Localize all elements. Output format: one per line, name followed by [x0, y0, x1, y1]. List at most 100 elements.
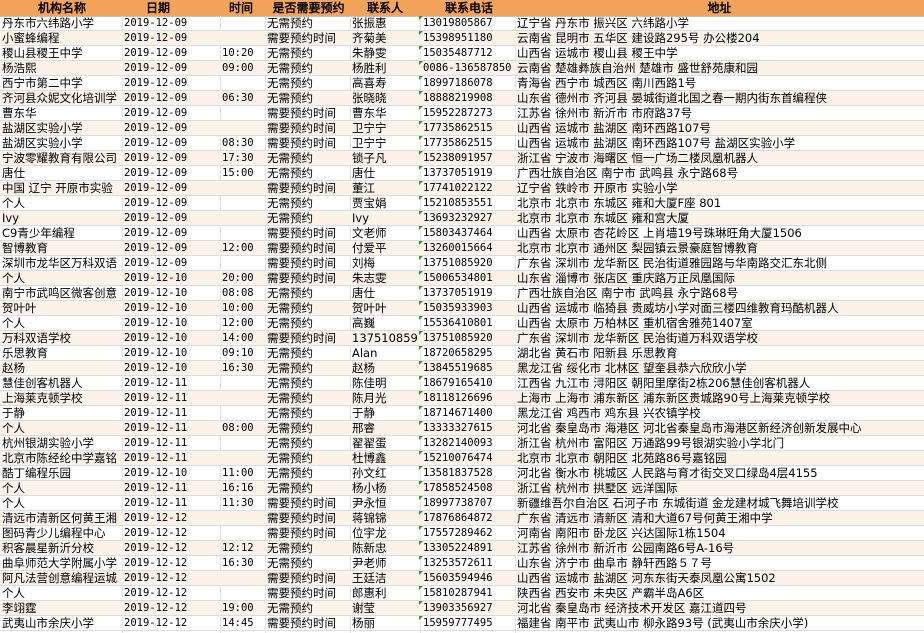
appointment-cell[interactable]: 无需预约	[267, 451, 350, 466]
phone-cell[interactable]: 15398951180	[423, 31, 515, 46]
contact-cell[interactable]: 尹老师	[352, 556, 418, 571]
date-cell[interactable]: 2019-12-11	[124, 421, 192, 436]
time-cell[interactable]	[222, 106, 262, 121]
table-row[interactable]: 酷丁编程乐园 2019-12-10 11:00 无需预约 孙文红 13581837528 河…	[0, 466, 924, 481]
table-row[interactable]: 乐思教育 2019-12-10 09:10 无需预约 Alan 18720658295 湖北…	[0, 346, 924, 361]
appointment-cell[interactable]: 需要预约时间	[267, 616, 350, 631]
time-cell[interactable]	[222, 586, 262, 601]
org-name-cell[interactable]: 于静	[2, 406, 122, 421]
appointment-cell[interactable]: 需要预约时间	[267, 571, 350, 586]
time-cell[interactable]	[222, 391, 262, 406]
org-name-cell[interactable]: 曲阜师范大学附属小学	[2, 556, 122, 571]
appointment-cell[interactable]: 无需预约	[267, 61, 350, 76]
date-cell[interactable]: 2019-12-09	[124, 76, 192, 91]
address-cell[interactable]: 江西省 九江市 浔阳区 朝阳里摩街2栋206慧佳创客机器人	[517, 376, 922, 391]
appointment-cell[interactable]: 无需预约	[267, 406, 350, 421]
time-cell[interactable]: 20:00	[222, 271, 262, 286]
header-phone[interactable]: 联系电话	[423, 0, 515, 16]
table-row[interactable]: 小蜜蜂编程 2019-12-09 需要预约时间 齐菊美 15398951180 云南省 昆…	[0, 31, 924, 46]
table-row[interactable]: 个人 2019-12-10 20:00 需要预约时间 朱志雯 15006534801 山东省…	[0, 271, 924, 286]
header-contact[interactable]: 联系人	[352, 0, 418, 16]
table-row[interactable]: 个人 2019-12-11 16:16 无需预约 杨小杨 17858524508 浙江省 杭…	[0, 481, 924, 496]
org-name-cell[interactable]: 个人	[2, 586, 122, 601]
table-row[interactable]: 李翊霆 2019-12-12 19:00 无需预约 谢莹 13903356927 河北省 秦…	[0, 601, 924, 616]
contact-cell[interactable]: 孙文红	[352, 466, 418, 481]
time-cell[interactable]: 11:00	[222, 466, 262, 481]
org-name-cell[interactable]: Ivy	[2, 211, 122, 226]
address-cell[interactable]: 浙江省 杭州市 拱墅区 远洋国际	[517, 481, 922, 496]
table-row[interactable]: 杨浩熙 2019-12-09 09:00 无需预约 杨胜利 0086-136587850 云…	[0, 61, 924, 76]
header-time[interactable]: 时间	[218, 0, 264, 16]
date-cell[interactable]: 2019-12-09	[124, 91, 192, 106]
date-cell[interactable]: 2019-12-12	[124, 616, 192, 631]
contact-cell[interactable]: 唐仕	[352, 166, 418, 181]
time-cell[interactable]: 10:20	[222, 46, 262, 61]
date-cell[interactable]: 2019-12-11	[124, 436, 192, 451]
date-cell[interactable]: 2019-12-09	[124, 196, 192, 211]
date-cell[interactable]: 2019-12-12	[124, 511, 192, 526]
contact-cell[interactable]: 翟翟蛋	[352, 436, 418, 451]
address-cell[interactable]: 辽宁省 丹东市 振兴区 六纬路小学	[517, 16, 922, 31]
time-cell[interactable]	[222, 526, 262, 541]
appointment-cell[interactable]: 需要预约时间	[267, 496, 350, 511]
time-cell[interactable]	[222, 76, 262, 91]
appointment-cell[interactable]: 无需预约	[267, 166, 350, 181]
address-cell[interactable]: 云南省 楚雄彝族自治州 楚雄市 盛世舒苑康和园	[517, 61, 922, 76]
address-cell[interactable]: 黑龙江省 绥化市 北林区 望奎县恭六欣欣小学	[517, 361, 922, 376]
table-row[interactable]: 北京市陈经纶中学嘉铭 2019-12-11 无需预约 杜博鑫 15210076474 北京…	[0, 451, 924, 466]
phone-cell[interactable]: 17876864872	[423, 511, 515, 526]
phone-cell[interactable]: 15952287273	[423, 106, 515, 121]
org-name-cell[interactable]: 盐湖区实验小学	[2, 136, 122, 151]
appointment-cell[interactable]: 需要预约时间	[267, 586, 350, 601]
contact-cell[interactable]: 卫宁宁	[352, 121, 418, 136]
contact-cell[interactable]: 13751085920	[352, 331, 418, 346]
date-cell[interactable]: 2019-12-10	[124, 346, 192, 361]
appointment-cell[interactable]: 需要预约时间	[267, 271, 350, 286]
table-row[interactable]: 盐湖区实验小学 2019-12-09 08:30 需要预约时间 卫宁宁 177358625…	[0, 136, 924, 151]
table-row[interactable]: 唐仕 2019-12-09 15:00 无需预约 唐仕 13737051919 广西壮族自治…	[0, 166, 924, 181]
org-name-cell[interactable]: 赵杨	[2, 361, 122, 376]
address-cell[interactable]: 浙江省 宁波市 海曙区 恒一广场二楼凤凰机器人	[517, 151, 922, 166]
address-cell[interactable]: 浙江省 杭州市 富阳区 万通路99号银湖实验小学北门	[517, 436, 922, 451]
table-row[interactable]: 南宁市武鸣区微客创意 2019-12-10 08:08 无需预约 唐仕 137370519…	[0, 286, 924, 301]
date-cell[interactable]: 2019-12-09	[124, 61, 192, 76]
org-name-cell[interactable]: 图码青少儿编程中心	[2, 526, 122, 541]
table-row[interactable]: 武夷山市余庆小学 2019-12-12 14:45 需要预约时间 杨丽 159597774…	[0, 616, 924, 631]
phone-cell[interactable]: 18679165410	[423, 376, 515, 391]
appointment-cell[interactable]: 需要预约时间	[267, 136, 350, 151]
phone-cell[interactable]: 17735862515	[423, 121, 515, 136]
org-name-cell[interactable]: 慧佳创客机器人	[2, 376, 122, 391]
appointment-cell[interactable]: 无需预约	[267, 316, 350, 331]
address-cell[interactable]: 山东省 济宁市 曲阜市 静轩西路５７号	[517, 556, 922, 571]
address-cell[interactable]: 辽宁省 铁岭市 开原市 实验小学	[517, 181, 922, 196]
contact-cell[interactable]: 杨小杨	[352, 481, 418, 496]
table-row[interactable]: 曹东华 2019-12-09 需要预约时间 曹东华 15952287273 江苏省 徐州市…	[0, 106, 924, 121]
appointment-cell[interactable]: 需要预约时间	[267, 31, 350, 46]
contact-cell[interactable]: 陈佳明	[352, 376, 418, 391]
org-name-cell[interactable]: 小蜜蜂编程	[2, 31, 122, 46]
org-name-cell[interactable]: 杨浩熙	[2, 61, 122, 76]
org-name-cell[interactable]: 贺叶叶	[2, 301, 122, 316]
appointment-cell[interactable]: 无需预约	[267, 601, 350, 616]
time-cell[interactable]	[222, 571, 262, 586]
phone-cell[interactable]: 13260015664	[423, 241, 515, 256]
table-row[interactable]: 上海莱克顿学校 2019-12-11 无需预约 陈月光 18118126696 上海市 上…	[0, 391, 924, 406]
date-cell[interactable]: 2019-12-09	[124, 226, 192, 241]
address-cell[interactable]: 青海省 西宁市 城西区 南川西路1号	[517, 76, 922, 91]
org-name-cell[interactable]: 曹东华	[2, 106, 122, 121]
time-cell[interactable]: 10:00	[222, 301, 262, 316]
header-appointment[interactable]: 是否需要预约	[267, 0, 350, 16]
address-cell[interactable]: 河北省 秦皇岛市 经济技术开发区 嘉江道四号	[517, 601, 922, 616]
org-name-cell[interactable]: 上海莱克顿学校	[2, 391, 122, 406]
table-row[interactable]: 稷山县稷王中学 2019-12-09 10:20 无需预约 朱静雯 15035487712…	[0, 46, 924, 61]
phone-cell[interactable]: 13282140093	[423, 436, 515, 451]
appointment-cell[interactable]: 无需预约	[267, 196, 350, 211]
appointment-cell[interactable]: 无需预约	[267, 211, 350, 226]
contact-cell[interactable]: 杨丽	[352, 616, 418, 631]
date-cell[interactable]: 2019-12-09	[124, 241, 192, 256]
address-cell[interactable]: 河北省 秦皇岛市 海港区 河北省秦皇岛市海港区新经济创新发展中心	[517, 421, 922, 436]
table-row[interactable]: 个人 2019-12-12 需要预约时间 郎惠利 15810287941 陕西省 西安市 …	[0, 586, 924, 601]
org-name-cell[interactable]: 清远市清新区何黄王湘	[2, 511, 122, 526]
address-cell[interactable]: 北京市 北京市 东城区 雍和宫大厦	[517, 211, 922, 226]
phone-cell[interactable]: 17858524508	[423, 481, 515, 496]
